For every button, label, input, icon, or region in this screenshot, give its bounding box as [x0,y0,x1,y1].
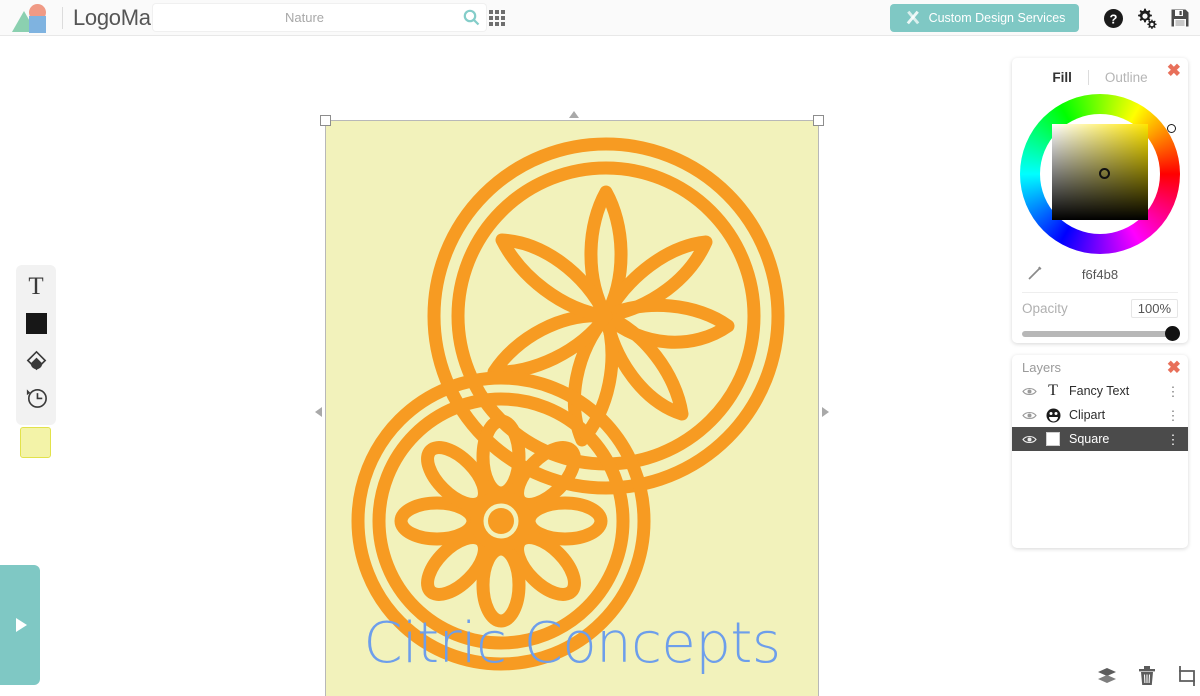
opacity-label: Opacity [1022,300,1068,316]
layer-name: Clipart [1069,408,1106,422]
opacity-slider-track[interactable] [1022,331,1178,337]
handle-arrow-right-icon[interactable] [822,407,829,417]
eye-visible-icon[interactable] [1022,434,1042,445]
kebab-menu-icon[interactable]: ⋮ [1166,385,1180,398]
handle-arrow-top-icon[interactable] [569,111,579,118]
pencil-brush-cross-icon [906,10,919,25]
smiley-face-icon [1042,408,1064,423]
color-wheel[interactable] [1020,94,1180,254]
search-icon[interactable] [456,9,486,26]
filled-square-icon [25,312,47,334]
logo-text[interactable]: Citric Concepts [326,611,818,676]
paint-bucket-tool[interactable] [22,346,50,374]
close-icon[interactable]: ✖ [1167,359,1181,376]
selected-object-square[interactable]: Citric Concepts [315,111,829,696]
text-tool[interactable]: T [22,272,50,300]
paint-bucket-icon [26,350,46,370]
text-T-icon: T [1048,382,1058,399]
search-bar[interactable] [153,4,486,31]
opacity-row: Opacity 100% [1022,292,1178,318]
brand-divider [62,6,63,29]
bottom-tools [1095,664,1199,688]
kebab-menu-icon[interactable]: ⋮ [1166,433,1180,446]
fill-panel: ✖ Fill Outline f6f4b8 Opacity 100% [1012,58,1188,343]
help-circle-icon[interactable]: ? [1101,6,1125,30]
history-tool[interactable] [22,383,50,411]
hex-row: f6f4b8 [1012,260,1188,288]
shapes-tool[interactable] [22,309,50,337]
layers-stack-icon [1098,668,1116,683]
citrus-slices-clipart [351,137,785,671]
delete-button[interactable] [1135,664,1159,688]
tab-outline[interactable]: Outline [1089,70,1164,85]
grid-apps-icon[interactable] [487,8,507,28]
save-floppy-icon[interactable] [1168,6,1192,30]
kebab-menu-icon[interactable]: ⋮ [1166,409,1180,422]
close-icon[interactable]: ✖ [1167,62,1181,79]
logo-square-icon [29,15,46,33]
cds-button-label: Custom Design Services [928,11,1066,25]
logomakr-app: LogoMakr Custom Design Services ? [0,0,1200,696]
left-tool-rail: T [16,265,56,425]
canvas-workspace[interactable]: Citric Concepts [56,36,1010,696]
eye-visible-icon[interactable] [1022,410,1042,421]
hue-marker-icon[interactable] [1167,124,1176,133]
fill-outline-tabs: Fill Outline [1012,58,1188,92]
library-drawer-toggle[interactable] [0,565,40,685]
white-square-icon [1042,432,1064,446]
eye-visible-icon[interactable] [1022,386,1042,397]
layer-name: Square [1069,432,1110,446]
opacity-slider-thumb[interactable] [1165,326,1180,341]
custom-design-services-button[interactable]: Custom Design Services [890,4,1079,32]
app-header: LogoMakr Custom Design Services ? [0,0,1200,36]
saturation-value-square[interactable] [1052,124,1148,220]
tab-fill[interactable]: Fill [1036,70,1088,85]
layer-name: Fancy Text [1069,384,1130,398]
crop-icon [1179,666,1195,686]
active-color-swatch[interactable] [20,427,51,458]
eyedropper-icon[interactable] [1026,264,1044,282]
search-input[interactable] [153,10,456,25]
play-triangle-icon [16,618,27,632]
saturation-value-marker-icon[interactable] [1099,168,1110,179]
crop-button[interactable] [1175,664,1199,688]
resize-handle-top-left[interactable] [320,115,331,126]
layers-panel: ✖ Layers T Fancy Text ⋮ Clipart ⋮ Square… [1012,355,1188,548]
opacity-value[interactable]: 100% [1130,298,1178,318]
brand[interactable]: LogoMakr [0,3,169,33]
settings-gears-icon[interactable] [1134,6,1158,30]
layer-row-square[interactable]: Square ⋮ [1012,427,1188,451]
trash-icon [1139,666,1155,685]
layer-row-fancy-text[interactable]: T Fancy Text ⋮ [1012,379,1188,403]
svg-text:?: ? [1109,11,1117,26]
layer-row-clipart[interactable]: Clipart ⋮ [1012,403,1188,427]
arrange-layers-button[interactable] [1095,664,1119,688]
opacity-slider[interactable] [1022,326,1180,341]
brand-name-main: LogoMak [73,4,162,30]
brand-shapes-logo [10,3,56,33]
handle-arrow-left-icon[interactable] [315,407,322,417]
clock-history-icon [26,388,47,408]
layers-title: Layers [1022,359,1062,375]
resize-handle-top-right[interactable] [813,115,824,126]
text-T-icon: T [28,272,44,300]
